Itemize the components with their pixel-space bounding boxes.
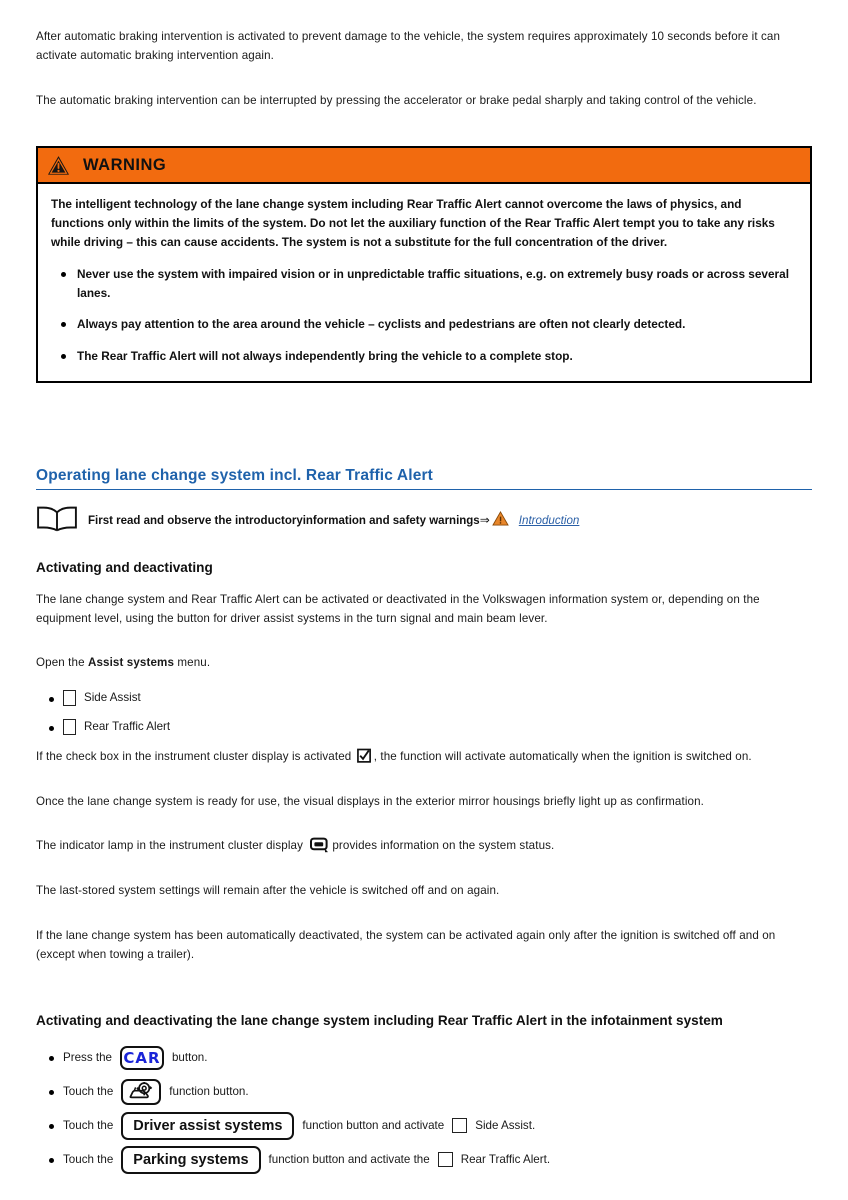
subsection-heading-infotainment: Activating and deactivating the lane cha… — [36, 1012, 723, 1028]
warning-triangle-icon — [48, 155, 69, 175]
arrow-glyph: ⇒ — [479, 512, 490, 527]
side-assist-mirror-icon — [310, 838, 329, 853]
warning-bullet-list: Never use the system with impaired visio… — [51, 265, 796, 366]
driver-assist-systems-button[interactable]: Driver assist systems — [121, 1111, 295, 1140]
warning-header: WARNING — [38, 148, 810, 185]
read-first-note: First read and observe the introductoryi… — [36, 506, 812, 532]
document-page: After automatic braking intervention is … — [0, 0, 848, 1174]
checked-checkbox-icon — [356, 748, 371, 763]
step-suffix: function button and activate — [302, 1119, 445, 1133]
read-first-note-text: First read and observe the introductoryi… — [88, 510, 580, 527]
open-menu-suffix: menu. — [174, 656, 211, 670]
indicator-lamp-note: The indicator lamp in the instrument clu… — [36, 837, 812, 856]
step-suffix: function button. — [169, 1085, 249, 1099]
step-prefix: Touch the — [63, 1153, 114, 1167]
parking-systems-button[interactable]: Parking systems — [121, 1145, 261, 1174]
warning-triangle-small-icon — [491, 510, 509, 526]
introduction-link[interactable]: Introduction — [519, 514, 580, 527]
warning-box: WARNING The intelligent technology of th… — [36, 146, 812, 383]
step-parking-systems[interactable]: Touch the Parking systems function butto… — [36, 1145, 812, 1174]
checkbox-label: Side Assist — [84, 691, 141, 705]
checkbox-side-assist[interactable] — [63, 689, 76, 706]
warning-body: The intelligent technology of the lane c… — [38, 184, 810, 380]
activating-paragraph-3: The last-stored system settings will rem… — [36, 884, 500, 898]
step-touch-settings-button[interactable]: Touch the function button. — [36, 1078, 812, 1106]
activating-paragraph-4: If the lane change system has been autom… — [36, 929, 776, 961]
list-item-rear-traffic-alert[interactable]: Rear Traffic Alert — [36, 718, 812, 736]
step-tail-label: Rear Traffic Alert. — [460, 1153, 551, 1167]
step-suffix: button. — [171, 1051, 208, 1065]
activating-paragraph-1: The lane change system and Rear Traffic … — [36, 592, 760, 625]
warning-bullet: The Rear Traffic Alert will not always i… — [51, 347, 796, 366]
infotainment-step-list: Press the CAR button. Touch the function… — [36, 1044, 812, 1174]
warning-bullet: Never use the system with impaired visio… — [51, 265, 796, 302]
note-main-text: First read and observe the introductoryi… — [88, 514, 480, 527]
step-driver-assist-systems[interactable]: Touch the Driver assist systems function… — [36, 1111, 812, 1140]
car-button[interactable]: CAR — [119, 1045, 164, 1070]
step-prefix: Touch the — [63, 1119, 114, 1133]
checkbox-label: Rear Traffic Alert — [84, 720, 171, 734]
checkbox-activated-note: If the check box in the instrument clust… — [36, 748, 812, 767]
step-press-car-button[interactable]: Press the CAR button. — [36, 1044, 812, 1072]
assist-options-list: Side Assist Rear Traffic Alert — [36, 689, 812, 736]
step-tail-label: Side Assist. — [475, 1119, 536, 1133]
checkbox-side-assist-infotainment[interactable] — [452, 1118, 468, 1134]
subsection-heading-activating: Activating and deactivating — [36, 559, 213, 575]
checkbox-rear-traffic-alert[interactable] — [63, 719, 76, 736]
open-book-icon — [37, 506, 77, 531]
open-menu-bold: Assist systems — [87, 656, 175, 670]
warning-bullet: Always pay attention to the area around … — [51, 315, 796, 334]
intro-paragraph-1: After automatic braking intervention is … — [36, 30, 781, 62]
car-settings-function-button[interactable] — [121, 1078, 162, 1105]
activating-paragraph-2: Once the lane change system is ready for… — [36, 794, 704, 808]
open-menu-instruction: Open the Assist systems menu. — [36, 654, 812, 673]
checkbox-rear-traffic-alert-infotainment[interactable] — [437, 1152, 453, 1168]
page-title: Operating lane change system incl. Rear … — [36, 467, 812, 490]
lamp-note-after: provides information on the system statu… — [332, 839, 555, 853]
checkbox-note-before: If the check box in the instrument clust… — [36, 749, 352, 763]
car-settings-icon — [129, 1082, 153, 1099]
checkbox-note-after: , the function will activate automatical… — [373, 749, 752, 763]
section-heading-block: Operating lane change system incl. Rear … — [36, 467, 812, 490]
step-prefix: Press the — [63, 1051, 112, 1065]
intro-paragraph-2: The automatic braking intervention can b… — [36, 93, 757, 107]
step-suffix: function button and activate the — [268, 1153, 430, 1167]
list-item-side-assist[interactable]: Side Assist — [36, 689, 812, 706]
warning-title: WARNING — [83, 155, 167, 174]
warning-body-text: The intelligent technology of the lane c… — [51, 197, 775, 249]
open-menu-prefix: Open the — [36, 656, 88, 670]
step-prefix: Touch the — [63, 1085, 114, 1099]
lamp-note-before: The indicator lamp in the instrument clu… — [36, 839, 304, 853]
